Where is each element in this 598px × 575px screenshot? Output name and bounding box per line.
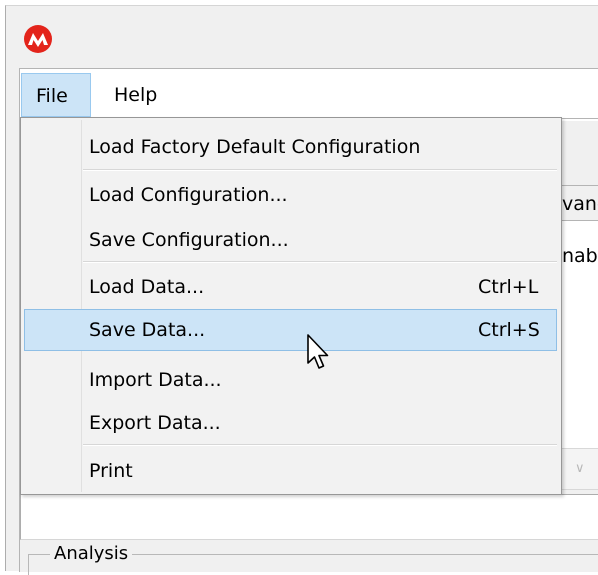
analysis-group-label: Analysis	[50, 541, 133, 567]
menu-item-shortcut: Ctrl+L	[478, 276, 539, 298]
menu-item-import-data[interactable]: Import Data...	[24, 359, 557, 401]
menu-item-print[interactable]: Print	[24, 450, 557, 492]
enable-label-partial: nab	[562, 245, 598, 267]
microchip-logo-icon	[24, 25, 52, 53]
menu-item-save-configuration[interactable]: Save Configuration...	[24, 219, 557, 261]
menu-item-shortcut: Ctrl+S	[478, 319, 540, 341]
mouse-pointer-icon	[307, 334, 329, 369]
menu-item-save-data[interactable]: Save Data... Ctrl+S	[24, 309, 557, 351]
menu-item-load-data[interactable]: Load Data... Ctrl+L	[24, 266, 557, 308]
menu-item-export-data[interactable]: Export Data...	[24, 402, 557, 444]
menu-item-label: Load Factory Default Configuration	[89, 136, 421, 158]
menu-help[interactable]: Help	[100, 73, 176, 117]
menu-item-label: Save Data...	[89, 319, 206, 341]
menu-item-label: Load Configuration...	[89, 184, 288, 206]
menu-separator	[83, 444, 557, 446]
chevron-down-icon: ∨	[575, 461, 585, 476]
menu-file[interactable]: File	[21, 73, 91, 117]
title-bar	[6, 6, 598, 68]
menu-item-load-factory-default[interactable]: Load Factory Default Configuration	[24, 126, 557, 168]
file-menu-dropdown: Load Factory Default Configuration Load …	[20, 117, 562, 495]
menu-separator	[83, 261, 557, 263]
menu-item-label: Print	[89, 460, 133, 482]
menu-item-load-configuration[interactable]: Load Configuration...	[24, 174, 557, 216]
background-text-field[interactable]	[20, 494, 598, 540]
menu-item-label: Save Configuration...	[89, 229, 289, 251]
menu-separator	[83, 169, 557, 171]
panel-border	[562, 118, 598, 119]
menu-item-label: Import Data...	[89, 369, 222, 391]
menu-item-label: Load Data...	[89, 276, 205, 298]
menu-item-label: Export Data...	[89, 412, 221, 434]
menu-bar: File Help	[20, 69, 598, 121]
